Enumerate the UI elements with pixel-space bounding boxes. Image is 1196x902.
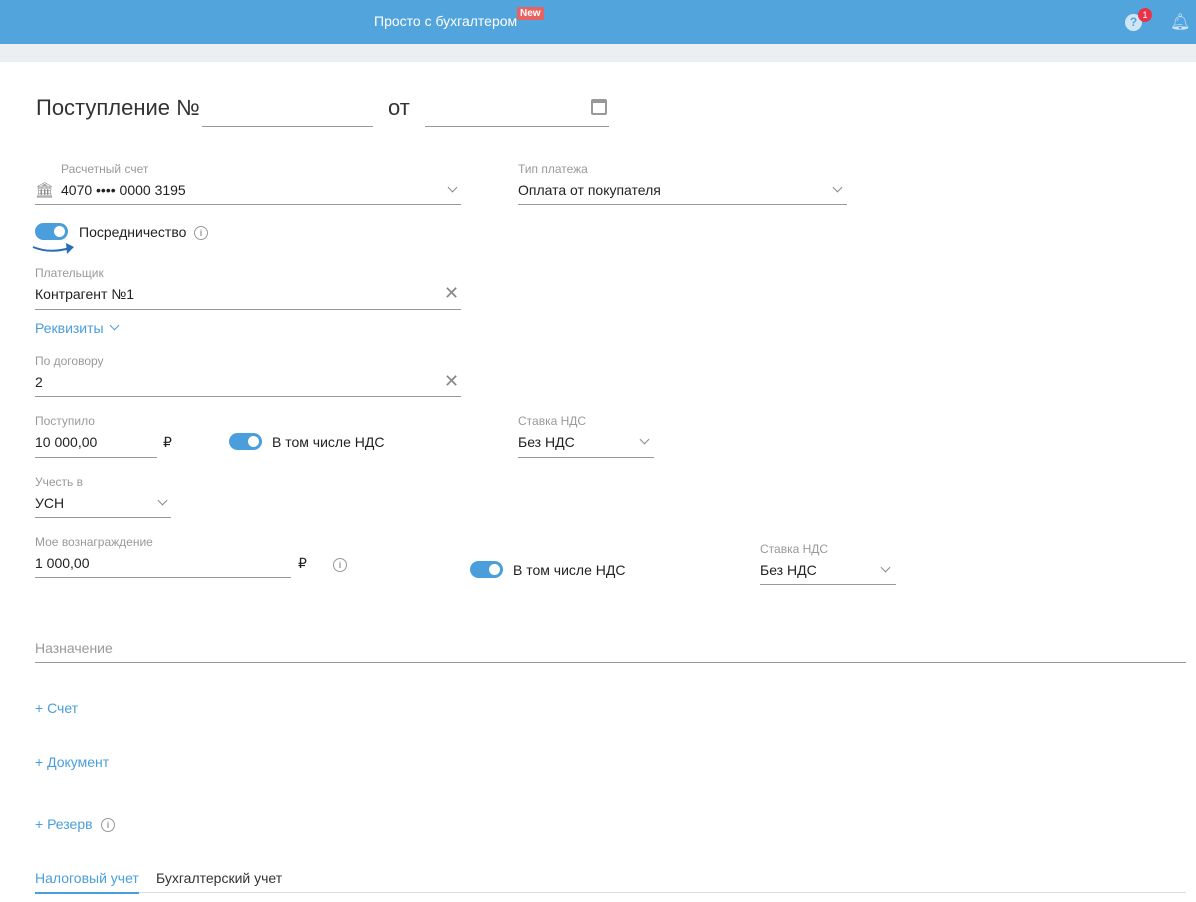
payment-type-select[interactable] xyxy=(518,176,847,205)
from-label: от xyxy=(388,95,410,120)
received-input[interactable] xyxy=(35,428,157,458)
mediation-label: Посредничество xyxy=(79,224,187,240)
purpose-input[interactable] xyxy=(35,634,1186,663)
add-invoice-link[interactable]: + Счет xyxy=(35,700,78,716)
vat-rate-label-2: Ставка НДС xyxy=(760,542,829,556)
help-badge: 1 xyxy=(1138,8,1152,22)
received-label: Поступило xyxy=(35,414,95,428)
info-icon[interactable]: i xyxy=(194,226,208,240)
info-icon[interactable]: i xyxy=(101,818,115,832)
add-document-link[interactable]: + Документ xyxy=(35,754,109,770)
account-select[interactable] xyxy=(35,176,461,205)
tab-tax-accounting[interactable]: Налоговый учет xyxy=(35,870,139,894)
reward-label: Мое вознаграждение xyxy=(35,535,153,549)
currency-label: ₽ xyxy=(298,555,307,571)
sub-band xyxy=(0,44,1196,62)
contract-input[interactable] xyxy=(35,368,461,397)
payment-type-label: Тип платежа xyxy=(518,162,588,176)
tabs-divider xyxy=(35,892,1186,893)
date-input[interactable] xyxy=(425,100,609,127)
vat-rate-label: Ставка НДС xyxy=(518,414,587,428)
calendar-icon[interactable] xyxy=(591,99,607,115)
app-title[interactable]: Просто с бухгалтером xyxy=(374,13,517,29)
requisites-link[interactable]: Реквизиты xyxy=(35,320,104,336)
contract-label: По договору xyxy=(35,354,104,368)
info-icon[interactable]: i xyxy=(333,558,347,572)
vat-rate-select[interactable] xyxy=(518,428,654,458)
arrow-icon xyxy=(32,243,74,254)
clear-icon[interactable]: ✕ xyxy=(444,371,459,392)
clear-icon[interactable]: ✕ xyxy=(444,283,459,304)
top-bar xyxy=(0,0,1196,44)
incl-vat-toggle[interactable] xyxy=(229,433,262,450)
account-label: Расчетный счет xyxy=(61,162,149,176)
number-input[interactable] xyxy=(202,100,373,127)
mediation-toggle[interactable] xyxy=(35,223,68,240)
reward-input[interactable] xyxy=(35,549,291,578)
tab-accounting[interactable]: Бухгалтерский учет xyxy=(156,870,282,886)
chevron-down-icon xyxy=(109,320,120,331)
account-in-label: Учесть в xyxy=(35,475,84,489)
account-in-select[interactable] xyxy=(35,489,171,518)
payer-input[interactable] xyxy=(35,280,461,310)
incl-vat-label-2: В том числе НДС xyxy=(513,562,626,578)
currency-label: ₽ xyxy=(163,434,172,450)
page-title: Поступление № xyxy=(36,95,200,120)
add-reserve-link[interactable]: + Резерв xyxy=(35,816,93,832)
incl-vat-toggle-2[interactable] xyxy=(470,561,503,578)
new-badge: New xyxy=(517,7,544,20)
payer-label: Плательщик xyxy=(35,266,104,280)
incl-vat-label: В том числе НДС xyxy=(272,434,385,450)
vat-rate-select-2[interactable] xyxy=(760,556,896,585)
bell-icon[interactable]: 🔔︎ xyxy=(1170,12,1190,32)
